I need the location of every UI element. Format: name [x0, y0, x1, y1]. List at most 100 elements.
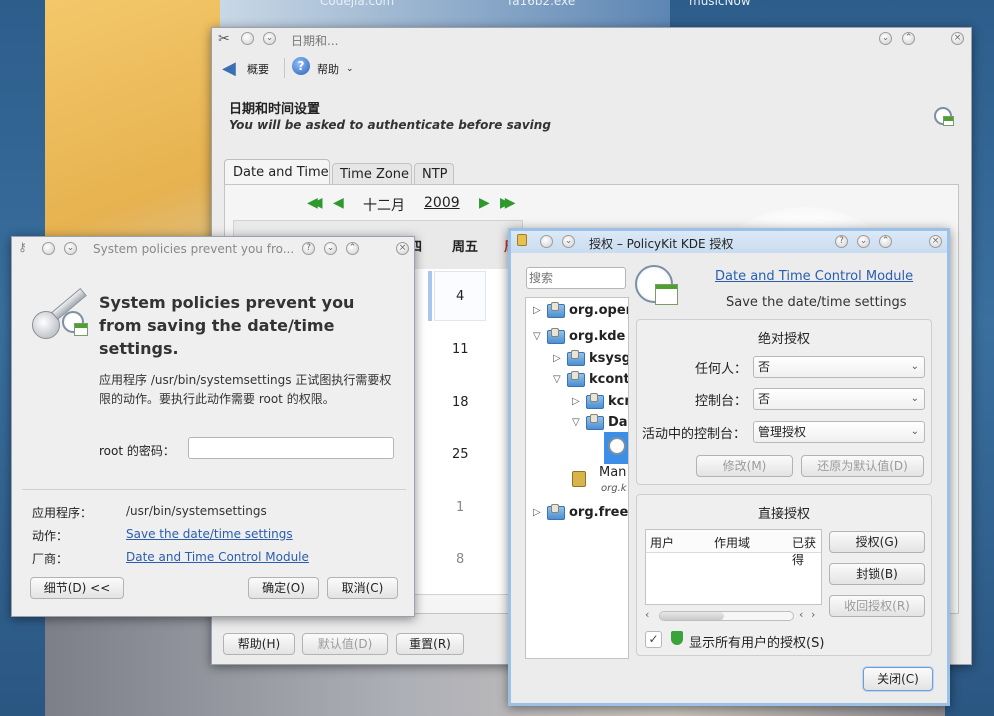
tab-ntp[interactable]: NTP: [414, 163, 454, 185]
tree-item[interactable]: org.freed: [569, 505, 628, 520]
minimize-button[interactable]: ⌄: [857, 235, 870, 248]
minimize-button[interactable]: ⌄: [324, 242, 337, 255]
horizontal-scrollbar[interactable]: ‹ ‹ ›: [645, 608, 822, 623]
scroll-right-icon[interactable]: ›: [811, 608, 815, 621]
help-button[interactable]: ?: [302, 242, 315, 255]
collapse-arrow-icon[interactable]: ▽: [533, 331, 541, 342]
help-button[interactable]: ?: [835, 235, 848, 248]
help-button-label: 帮助(H): [237, 637, 281, 651]
column-header[interactable]: 已获得: [792, 534, 821, 568]
calendar-day[interactable]: 18: [452, 395, 469, 410]
revoke-button[interactable]: 收回授权(R): [829, 595, 925, 617]
show-all-checkbox[interactable]: ✓: [645, 631, 662, 648]
ok-button-label: 确定(O): [262, 581, 305, 595]
vendor-link[interactable]: Date and Time Control Module: [126, 550, 309, 564]
restore-defaults-button[interactable]: 还原为默认值(D): [801, 455, 924, 477]
scroll-left-icon[interactable]: ‹: [799, 608, 803, 621]
chevron-down-icon: ⌄: [910, 393, 919, 404]
column-header[interactable]: 用户: [650, 534, 674, 551]
password-field[interactable]: [188, 437, 394, 459]
show-all-label[interactable]: 显示所有用户的授权(S): [689, 632, 824, 651]
authorizations-table[interactable]: 用户 作用域 已获得: [645, 529, 822, 605]
close-button[interactable]: ×: [929, 235, 942, 248]
calendar-day[interactable]: 11: [452, 342, 469, 357]
block-button[interactable]: 封锁(B): [829, 563, 925, 585]
help-button[interactable]: 帮助(H): [223, 633, 295, 655]
ok-button[interactable]: 确定(O): [248, 577, 319, 599]
calendar-day[interactable]: 25: [452, 447, 469, 462]
tools-icon[interactable]: ✂: [218, 31, 230, 47]
policykit-titlebar[interactable]: ⌄ 授权 – PolicyKit KDE 授权 ? ⌄ ⌃ ×: [511, 231, 947, 253]
selected-day-cell[interactable]: [428, 271, 432, 321]
defaults-button[interactable]: 默认值(D): [302, 633, 388, 655]
scroll-left-icon[interactable]: ‹: [645, 608, 649, 621]
module-link[interactable]: Date and Time Control Module: [715, 269, 913, 284]
folder-icon: [547, 328, 565, 344]
calendar-day[interactable]: 8: [456, 552, 464, 567]
collapse-arrow-icon[interactable]: ▽: [572, 417, 580, 428]
active-console-value: 管理授权: [758, 425, 807, 439]
cancel-button[interactable]: 取消(C): [327, 577, 398, 599]
details-button[interactable]: 细节(D) <<: [30, 577, 124, 599]
help-menu-button[interactable]: ? 帮助 ⌄: [292, 57, 362, 79]
expand-arrow-icon[interactable]: ▷: [553, 353, 561, 364]
tab-date-and-time[interactable]: Date and Time: [224, 159, 330, 185]
shade-button[interactable]: ⌄: [263, 32, 276, 45]
keys-icon: [32, 283, 92, 339]
scroll-track[interactable]: [659, 611, 794, 621]
auth-titlebar[interactable]: ⚷ ⌄ System policies prevent you fro... ?…: [12, 237, 414, 259]
anyone-value: 否: [758, 360, 771, 374]
close-button[interactable]: ×: [951, 32, 964, 45]
close-button-label: 关闭(C): [877, 672, 919, 686]
scroll-thumb[interactable]: [660, 612, 724, 620]
action-link[interactable]: Save the date/time settings: [126, 527, 293, 541]
tab-label: Date and Time: [233, 165, 329, 180]
prev-month-icon[interactable]: ◀: [333, 195, 344, 211]
pin-button[interactable]: [241, 32, 254, 45]
grant-button[interactable]: 授权(G): [829, 531, 925, 553]
expand-arrow-icon[interactable]: ▷: [533, 305, 541, 316]
collapse-arrow-icon[interactable]: ▽: [553, 374, 561, 385]
console-select[interactable]: 否 ⌄: [753, 388, 925, 410]
year-label[interactable]: 2009: [424, 195, 460, 211]
tree-item[interactable]: ksysgu: [589, 351, 628, 366]
minimize-button[interactable]: ⌄: [879, 32, 892, 45]
tree-item[interactable]: Man: [599, 465, 626, 480]
reset-button[interactable]: 重置(R): [396, 633, 464, 655]
authentication-dialog: ⚷ ⌄ System policies prevent you fro... ?…: [11, 236, 415, 617]
close-button[interactable]: ×: [396, 242, 409, 255]
next-month-icon[interactable]: ▶: [479, 195, 490, 211]
column-header[interactable]: 作用域: [714, 534, 750, 551]
tree-item[interactable]: org.kde: [569, 329, 625, 344]
overview-button[interactable]: ◀ 概要: [220, 57, 280, 79]
tree-item[interactable]: kcont: [589, 372, 628, 387]
maximize-button[interactable]: ⌃: [879, 235, 892, 248]
close-dialog-button[interactable]: 关闭(C): [863, 667, 933, 691]
expand-arrow-icon[interactable]: ▷: [572, 396, 580, 407]
tree-item[interactable]: kcn: [608, 394, 628, 409]
calendar-day[interactable]: 1: [456, 500, 464, 515]
anyone-select[interactable]: 否 ⌄: [753, 356, 925, 378]
tab-label: Time Zone: [340, 167, 410, 182]
prev-year-icon[interactable]: ◀◀: [307, 195, 322, 211]
lock-icon: [517, 234, 527, 246]
calendar-day[interactable]: 4: [456, 289, 464, 304]
tree-item[interactable]: org.oper: [569, 303, 628, 318]
shade-button[interactable]: ⌄: [562, 235, 575, 248]
active-console-label: 活动中的控制台：: [642, 427, 747, 442]
shade-button[interactable]: ⌄: [64, 242, 77, 255]
selected-tree-item[interactable]: [604, 432, 628, 464]
maximize-button[interactable]: ⌃: [346, 242, 359, 255]
month-label[interactable]: 十二月: [363, 195, 405, 215]
modify-button[interactable]: 修改(M): [696, 455, 793, 477]
expand-arrow-icon[interactable]: ▷: [533, 507, 541, 518]
pin-button[interactable]: [42, 242, 55, 255]
tab-time-zone[interactable]: Time Zone: [332, 163, 412, 185]
search-input[interactable]: [526, 267, 626, 289]
main-titlebar[interactable]: ✂ ⌄ 日期和... ⌄ ⌃ ×: [212, 28, 971, 50]
maximize-button[interactable]: ⌃: [902, 32, 915, 45]
pin-button[interactable]: [540, 235, 553, 248]
next-year-icon[interactable]: ▶▶: [500, 195, 515, 211]
tree-item[interactable]: Da: [608, 415, 628, 430]
active-console-select[interactable]: 管理授权 ⌄: [753, 421, 925, 443]
